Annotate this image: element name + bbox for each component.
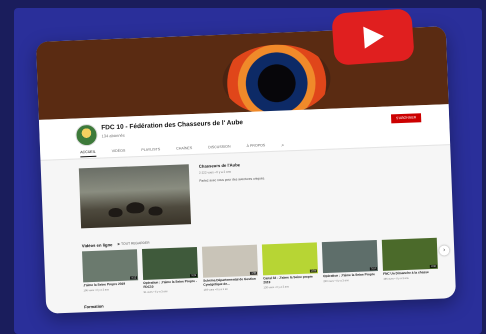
play-triangle-icon — [363, 25, 385, 49]
youtube-logo-icon — [331, 8, 415, 66]
video-card[interactable]: 2:32 FNC Un Dimanche à la chasse 196 vue… — [381, 237, 439, 285]
video-card[interactable]: 4:12 J'aime la Seine Propre 2019 196 vue… — [82, 249, 139, 296]
video-card[interactable]: 2:04 Canal 32 - J'aime la Seine propre 2… — [261, 242, 319, 290]
video-duration: 3:10 — [370, 267, 377, 271]
video-thumbnail[interactable]: 3:25 — [141, 246, 199, 281]
video-card[interactable]: 1:58 Schéma Départemental de Gestion Cyn… — [201, 244, 259, 291]
featured-video-meta: 2 222 vues • Il y a 2 ans — [198, 169, 232, 175]
search-icon[interactable]: ⌕ — [281, 143, 284, 150]
tab-accueil[interactable]: ACCUEIL — [80, 149, 96, 158]
video-card[interactable]: 3:25 Opération : J'aime la Seine Propre … — [141, 246, 199, 294]
video-thumbnail[interactable]: 4:12 — [82, 249, 139, 283]
video-thumbnail[interactable]: 2:32 — [381, 237, 438, 271]
video-duration: 2:04 — [310, 269, 317, 273]
banner-eye-image — [221, 42, 332, 117]
video-duration: 3:25 — [190, 273, 198, 278]
tab-a-propos[interactable]: À PROPOS — [246, 143, 265, 151]
section-title-formation: Formation — [84, 303, 104, 310]
featured-video-title[interactable]: Chasseurs de l'Aube — [199, 162, 240, 169]
tab-videos[interactable]: VIDÉOS — [112, 149, 126, 157]
boar-shape — [126, 201, 145, 214]
video-duration: 4:12 — [130, 276, 138, 280]
video-duration: 1:58 — [250, 271, 258, 275]
video-thumbnail[interactable]: 3:10 — [321, 240, 378, 274]
boar-shape — [108, 207, 123, 218]
video-thumbnail[interactable]: 1:58 — [201, 244, 259, 278]
youtube-channel-screenshot: FDC 10 - Fédération des Chasseurs de l' … — [35, 26, 457, 314]
tab-discussion[interactable]: DISCUSSION — [208, 145, 231, 153]
boar-shape — [148, 206, 163, 216]
play-all-label: TOUT REGARDER — [121, 240, 150, 246]
subscribe-button[interactable]: S'ABONNER — [390, 113, 422, 124]
video-thumbnail[interactable]: 2:04 — [261, 242, 319, 276]
tab-chaines[interactable]: CHAÎNES — [176, 146, 192, 154]
videos-section-title[interactable]: Vidéos en ligne — [82, 242, 113, 248]
featured-video-description: Partez avec nous pour des aventures uniq… — [199, 176, 266, 183]
tab-playlists[interactable]: PLAYLISTS — [141, 147, 160, 155]
featured-video-thumbnail[interactable] — [78, 164, 192, 229]
video-meta: 130 vues • Il y a 3 ans — [263, 285, 289, 290]
chevron-right-icon[interactable]: › — [439, 245, 450, 256]
video-list: 4:12 J'aime la Seine Propre 2019 196 vue… — [82, 237, 443, 296]
channel-subscribers: 134 abonnés — [101, 132, 125, 139]
video-duration: 2:32 — [430, 264, 437, 268]
video-card[interactable]: 3:10 Opération : J'aime la Seine Propre … — [321, 240, 379, 287]
play-all-button[interactable]: ▶ TOUT REGARDER — [118, 241, 150, 246]
